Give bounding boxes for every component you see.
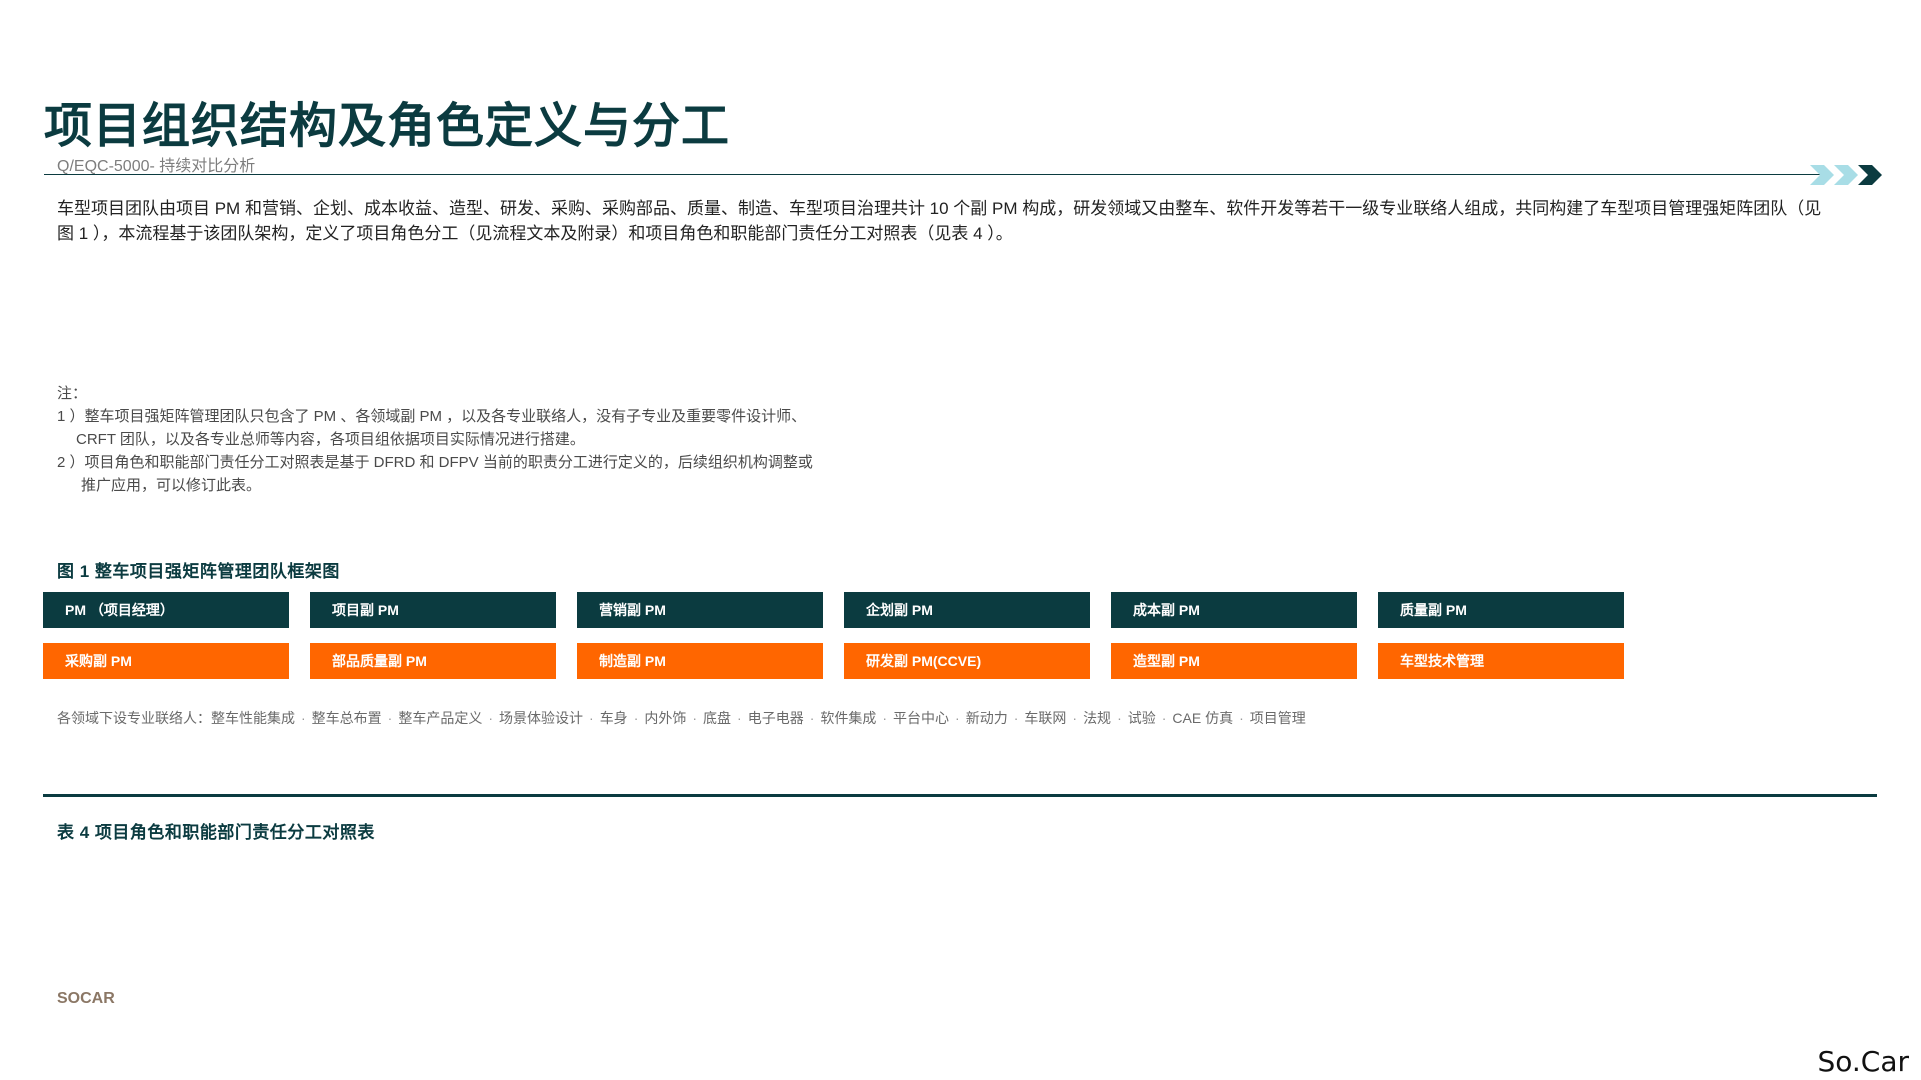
contacts-line: 各领域下设专业联络人：整车性能集成 · 整车总布置 · 整车产品定义 · 场景体验设计 · 车身…: [57, 708, 1306, 728]
note-2-line-2: 推广应用，可以修订此表。: [81, 477, 262, 494]
note-1-line-1: 1 ）整车项目强矩阵管理团队只包含了 PM 、各领域副 PM ，以及各专业联络人…: [57, 408, 807, 425]
contact-separator: ·: [1239, 710, 1244, 726]
role-box-pm: PM （项目经理）: [43, 592, 289, 628]
brand-logo: So.Car: [1817, 1045, 1909, 1078]
triple-chevron-right-icon: [1810, 165, 1882, 185]
section-divider: [43, 794, 1877, 797]
contact-separator: ·: [633, 710, 639, 726]
role-box-planning-deputy-pm: 企划副 PM: [844, 592, 1090, 628]
contact-item: 项目管理: [1249, 710, 1306, 726]
contact-separator: ·: [737, 710, 742, 726]
page-title: 项目组织结构及角色定义与分工: [44, 98, 731, 154]
document-number: Q/EQC-5000- 持续对比分析: [57, 158, 256, 175]
contact-item: 底盘: [703, 710, 732, 726]
contact-separator: ·: [301, 710, 306, 726]
role-box-marketing-deputy-pm: 营销副 PM: [577, 592, 823, 628]
note-2-line-1: 2 ）项目角色和职能部门责任分工对照表是基于 DFRD 和 DFPV 当前的职责…: [57, 454, 813, 471]
contact-separator: ·: [589, 710, 594, 726]
intro-paragraph: 车型项目团队由项目 PM 和营销、企划、成本收益、造型、研发、采购、采购部品、质…: [57, 199, 1822, 243]
contacts-list: 整车性能集成 · 整车总布置 · 整车产品定义 · 场景体验设计 · 车身 · 内外饰 · 底盘 · 电子电…: [211, 710, 1306, 726]
role-box-cost-deputy-pm: 成本副 PM: [1111, 592, 1357, 628]
contact-separator: ·: [387, 710, 393, 726]
notes-section: 注： 1 ）整车项目强矩阵管理团队只包含了 PM 、各领域副 PM ，以及各专业…: [57, 382, 917, 497]
header-divider: [44, 174, 1822, 175]
contact-item: 场景体验设计: [499, 710, 584, 726]
contact-separator: ·: [1161, 710, 1167, 726]
contact-item: 法规: [1083, 710, 1112, 726]
role-box-rd-deputy-pm: 研发副 PM(CCVE): [844, 643, 1090, 679]
role-row-primary: PM （项目经理） 项目副 PM 营销副 PM 企划副 PM 成本副 PM 质量…: [43, 592, 1624, 628]
contact-separator: ·: [809, 710, 815, 726]
contact-separator: ·: [488, 710, 494, 726]
contact-item: CAE 仿真: [1172, 710, 1234, 726]
contact-item: 整车产品定义: [398, 710, 483, 726]
note-1-line-2: CRFT 团队，以及各专业总师等内容，各项目组依据项目实际情况进行搭建。: [76, 431, 585, 448]
role-box-styling-deputy-pm: 造型副 PM: [1111, 643, 1357, 679]
figure-title: 图 1 整车项目强矩阵管理团队框架图: [57, 562, 340, 581]
footer-label: SOCAR: [57, 990, 115, 1007]
contact-separator: ·: [692, 710, 698, 726]
role-box-manufacturing-deputy-pm: 制造副 PM: [577, 643, 823, 679]
table-title: 表 4 项目角色和职能部门责任分工对照表: [57, 823, 375, 842]
role-box-parts-quality-deputy-pm: 部品质量副 PM: [310, 643, 556, 679]
contact-item: 新动力: [965, 710, 1008, 726]
contact-separator: ·: [1013, 710, 1019, 726]
role-box-purchasing-deputy-pm: 采购副 PM: [43, 643, 289, 679]
contact-item: 整车性能集成: [211, 710, 295, 726]
role-box-quality-deputy-pm: 质量副 PM: [1378, 592, 1624, 628]
contact-separator: ·: [882, 710, 888, 726]
contact-item: 整车总布置: [311, 710, 382, 726]
contact-separator: ·: [1072, 710, 1078, 726]
contact-item: 车联网: [1024, 710, 1067, 726]
role-row-secondary: 采购副 PM 部品质量副 PM 制造副 PM 研发副 PM(CCVE) 造型副 …: [43, 643, 1624, 679]
contact-separator: ·: [1117, 710, 1122, 726]
contact-item: 软件集成: [820, 710, 877, 726]
notes-heading: 注：: [57, 385, 88, 402]
role-box-vehicle-tech-management: 车型技术管理: [1378, 643, 1624, 679]
contacts-prefix: 各领域下设专业联络人：: [57, 710, 211, 726]
contact-item: 内外饰: [644, 710, 687, 726]
contact-item: 车身: [599, 710, 628, 726]
contact-item: 试验: [1127, 710, 1156, 726]
contact-separator: ·: [955, 710, 960, 726]
role-box-project-deputy-pm: 项目副 PM: [310, 592, 556, 628]
contact-item: 平台中心: [893, 710, 950, 726]
contact-item: 电子电器: [747, 710, 804, 726]
